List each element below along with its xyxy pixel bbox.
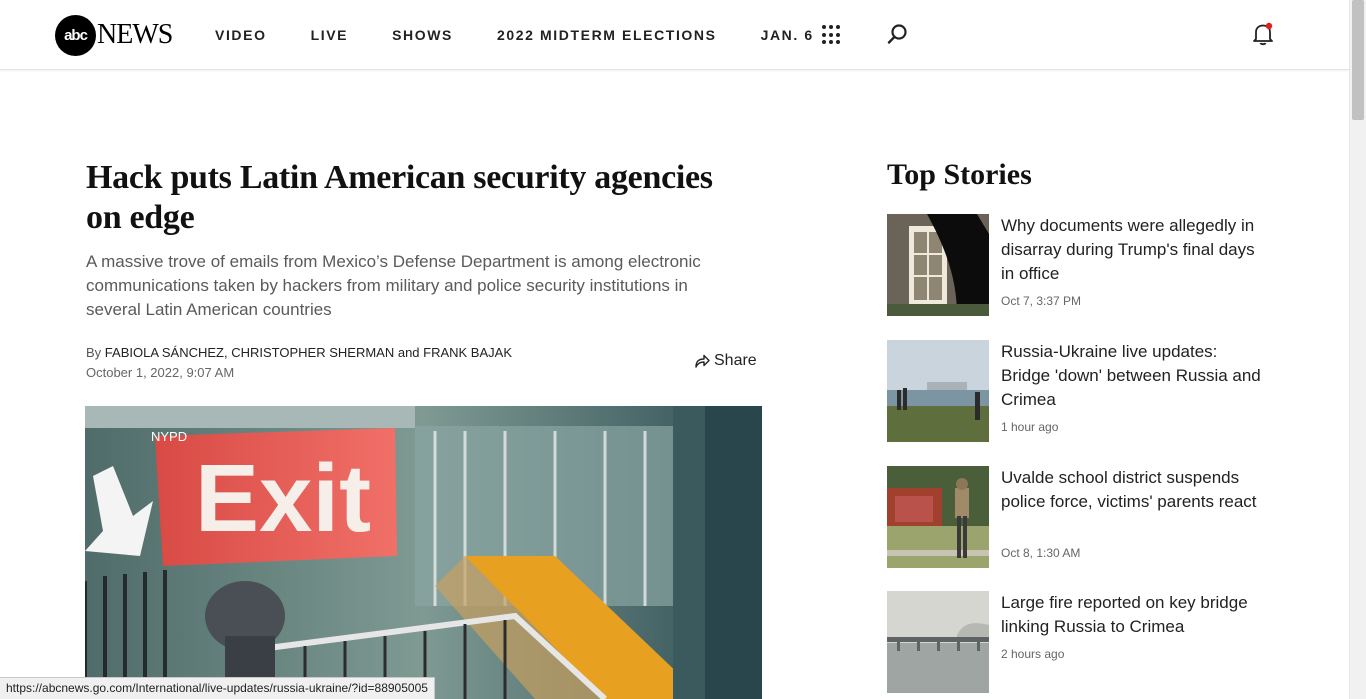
article-headline: Hack puts Latin American security agenci… — [86, 159, 713, 236]
top-story-item[interactable]: Russia-Ukraine live updates: Bridge 'dow… — [887, 340, 1267, 442]
story-time: 2 hours ago — [1001, 647, 1065, 661]
page-scrollbar[interactable] — [1349, 0, 1366, 699]
article-hero-image[interactable]: Exit NYPD — [85, 406, 762, 699]
article-summary: A massive trove of emails from Mexico’s … — [86, 252, 701, 319]
story-title[interactable]: Russia-Ukraine live updates: Bridge 'dow… — [1001, 340, 1271, 412]
story-thumbnail[interactable] — [887, 340, 989, 442]
byline-prefix: By — [86, 345, 102, 360]
story-time: 1 hour ago — [1001, 420, 1059, 434]
notification-bell-icon[interactable] — [1251, 21, 1275, 47]
byline: By FABIOLA SÁNCHEZ, CHRISTOPHER SHERMAN … — [86, 345, 512, 360]
abc-news-logo[interactable]: abc NEWS — [55, 14, 173, 56]
story-thumbnail[interactable] — [887, 214, 989, 316]
site-header: abc NEWS VIDEO LIVE SHOWS 2022 MIDTERM E… — [0, 0, 1349, 70]
story-title[interactable]: Why documents were allegedly in disarray… — [1001, 214, 1271, 286]
abc-logo-mark: abc — [55, 14, 96, 56]
nav-shows[interactable]: SHOWS — [392, 27, 453, 43]
news-wordmark: NEWS — [97, 19, 173, 50]
article-date: October 1, 2022, 9:07 AM — [86, 365, 235, 380]
notification-dot — [1265, 22, 1273, 30]
menu-grid-icon[interactable] — [822, 25, 842, 45]
story-title[interactable]: Large fire reported on key bridge linkin… — [1001, 591, 1271, 639]
nav-jan-6[interactable]: JAN. 6 — [761, 27, 814, 43]
exit-sign-text: Exit — [195, 445, 371, 552]
share-button[interactable]: Share — [694, 352, 757, 370]
top-story-item[interactable]: Why documents were allegedly in disarray… — [887, 214, 1267, 316]
nav-live[interactable]: LIVE — [311, 27, 349, 43]
main-nav: VIDEO LIVE SHOWS 2022 MIDTERM ELECTIONS … — [215, 0, 858, 70]
nav-midterm-elections[interactable]: 2022 MIDTERM ELECTIONS — [497, 27, 717, 43]
image-nypd-label: NYPD — [151, 429, 187, 444]
top-stories-heading: Top Stories — [887, 158, 1032, 191]
top-story-item[interactable]: Uvalde school district suspends police f… — [887, 466, 1267, 568]
search-icon[interactable] — [887, 23, 909, 45]
top-story-item[interactable]: Large fire reported on key bridge linkin… — [887, 591, 1267, 693]
story-thumbnail[interactable] — [887, 591, 989, 693]
subway-exit-scene: Exit NYPD — [85, 406, 762, 699]
story-time: Oct 7, 3:37 PM — [1001, 294, 1082, 308]
share-label: Share — [714, 352, 757, 369]
nav-video[interactable]: VIDEO — [215, 27, 267, 43]
byline-authors[interactable]: FABIOLA SÁNCHEZ, CHRISTOPHER SHERMAN and… — [105, 345, 512, 360]
story-title[interactable]: Uvalde school district suspends police f… — [1001, 466, 1271, 514]
share-icon — [695, 354, 710, 368]
story-thumbnail[interactable] — [887, 466, 989, 568]
story-time: Oct 8, 1:30 AM — [1001, 546, 1081, 560]
link-status-bar: https://abcnews.go.com/International/liv… — [0, 677, 435, 699]
scrollbar-thumb[interactable] — [1352, 0, 1364, 120]
